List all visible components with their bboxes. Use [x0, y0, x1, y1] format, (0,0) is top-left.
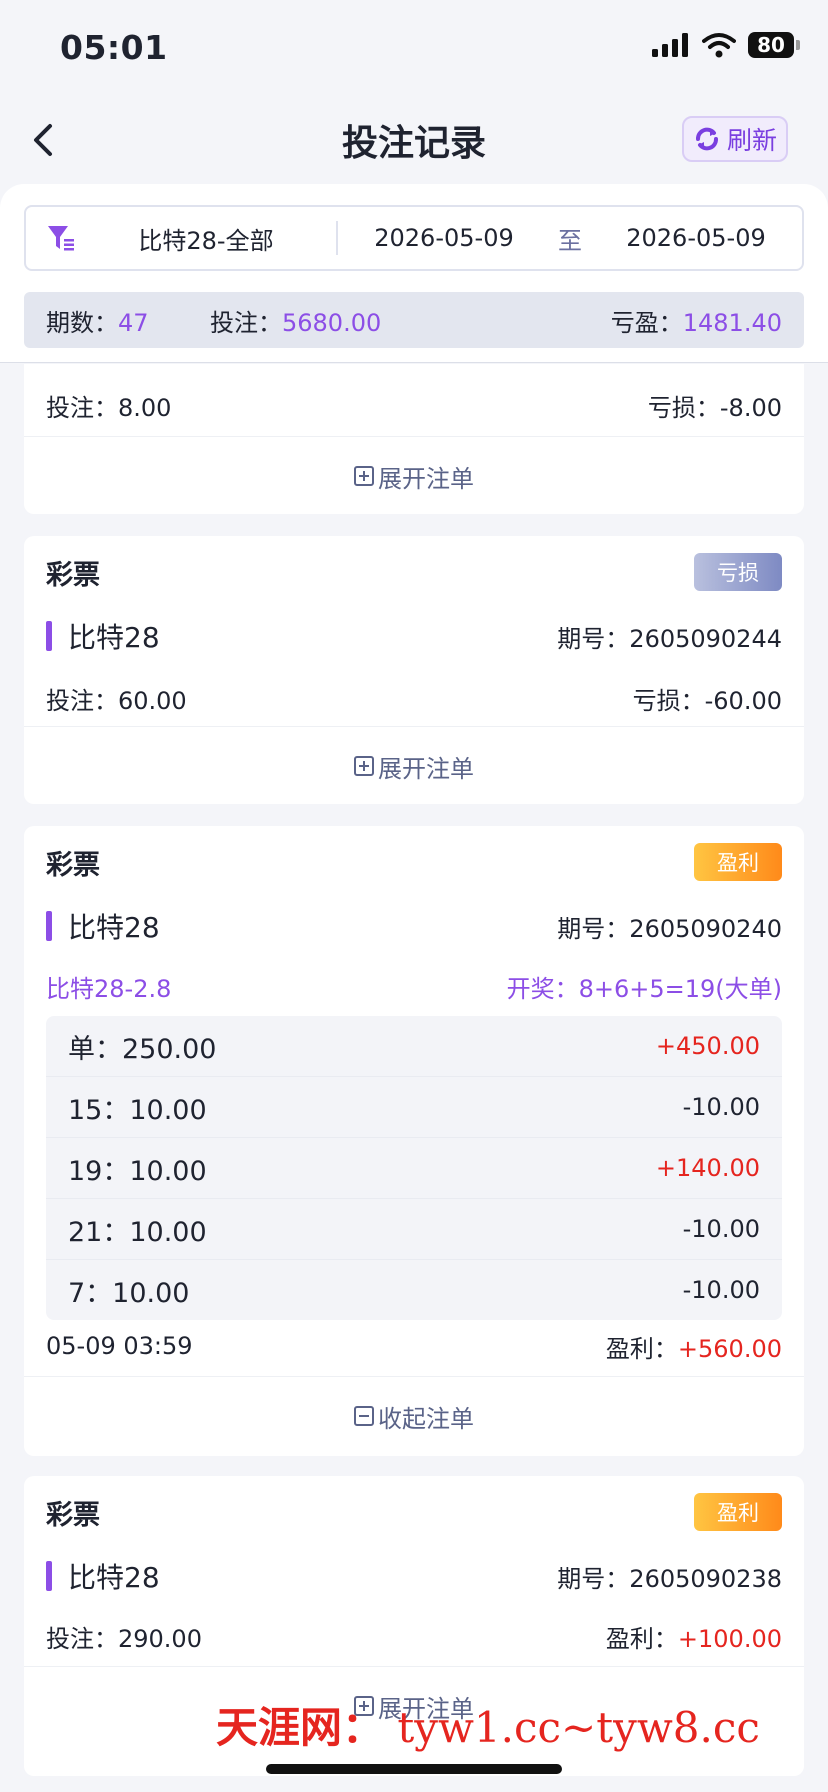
result-amount: 亏损：-8.00	[647, 394, 782, 422]
bet-result: -10.00	[682, 1276, 760, 1304]
end-date-picker[interactable]: 2026-05-09	[590, 224, 802, 252]
play-type: 比特28-2.8	[46, 974, 172, 1003]
game-filter[interactable]: 比特28-全部	[26, 221, 336, 256]
summary-periods: 期数：47	[46, 303, 210, 338]
game-filter-label: 比特28-全部	[138, 226, 274, 255]
toggle-label: 展开注单	[378, 464, 474, 493]
watermark: 天涯网： tyw1.cc~tyw8.cc	[216, 1694, 760, 1755]
bet-item: 15：10.00	[68, 1094, 207, 1126]
bet-detail-row: 19：10.00 +140.00	[46, 1138, 782, 1199]
bet-amount: 投注：60.00	[46, 686, 187, 715]
profit-label: 盈利：	[605, 1334, 678, 1363]
bet-item: 21：10.00	[68, 1216, 207, 1248]
bet-detail-row: 单：250.00 +450.00	[46, 1016, 782, 1077]
summary-bar: 期数：47 投注：5680.00 亏盈：1481.40	[24, 292, 804, 348]
profit-value: +560.00	[677, 1334, 782, 1363]
pl-value: 1481.40	[682, 308, 782, 337]
expand-bets-button[interactable]: 展开注单	[24, 726, 804, 804]
bet-time: 05-09 03:59	[46, 1332, 193, 1360]
bet-detail-list: 单：250.00 +450.00 15：10.00 -10.00 19：10.0…	[46, 1016, 782, 1320]
status-time: 05:01	[60, 28, 168, 67]
wifi-icon	[702, 33, 736, 58]
periods-label: 期数：	[46, 308, 118, 337]
bet-detail-row: 21：10.00 -10.00	[46, 1199, 782, 1260]
pl-label: 亏盈：	[610, 308, 683, 337]
draw-result: 开奖：8+6+5=19(大单)	[506, 974, 782, 1003]
plus-square-icon	[354, 466, 374, 486]
bet-result: +450.00	[655, 1032, 760, 1060]
status-badge: 盈利	[694, 843, 782, 881]
signal-icon	[652, 33, 688, 57]
refresh-label: 刷新	[726, 126, 777, 155]
status-icons: 80	[652, 32, 800, 58]
expand-bets-button[interactable]: 展开注单	[24, 436, 804, 514]
battery-icon: 80	[748, 32, 800, 58]
bet-result: -10.00	[682, 1215, 760, 1243]
profit-summary: 盈利：+560.00	[606, 1329, 782, 1364]
result-label: 盈利：	[605, 1624, 678, 1653]
bet-result: -10.00	[682, 1093, 760, 1121]
collapse-bets-button[interactable]: 收起注单	[24, 1376, 804, 1455]
bet-card-3: 彩票 盈利 比特28 期号：2605090240 比特28-2.8 开奖：8+6…	[24, 826, 804, 1456]
bet-detail-row: 15：10.00 -10.00	[46, 1077, 782, 1138]
watermark-url: tyw1.cc~tyw8.cc	[397, 1703, 760, 1752]
minus-square-icon	[354, 1406, 374, 1426]
game-name: 比特28	[46, 616, 160, 656]
period-number: 期号：2605090238	[557, 1564, 782, 1593]
period-number: 期号：2605090240	[557, 914, 782, 943]
filter-bar: 比特28-全部 2026-05-09 至 2026-05-09	[24, 205, 804, 271]
bet-amount: 投注：8.00	[46, 394, 172, 422]
card-title: 彩票	[46, 1499, 100, 1531]
bet-amount: 投注：290.00	[46, 1624, 202, 1653]
bet-card-1: 投注：8.00 亏损：-8.00 展开注单	[24, 364, 804, 514]
card-title: 彩票	[46, 849, 100, 881]
start-date-picker[interactable]: 2026-05-09	[338, 224, 550, 252]
toggle-label: 收起注单	[378, 1404, 474, 1433]
plus-square-icon	[354, 756, 374, 776]
filter-icon	[48, 226, 74, 251]
bet-detail-row: 7：10.00 -10.00	[46, 1260, 782, 1320]
bet-item: 单：250.00	[68, 1033, 217, 1065]
bet-card-2: 彩票 亏损 比特28 期号：2605090244 投注：60.00 亏损：-60…	[24, 536, 804, 804]
refresh-button[interactable]: 刷新	[682, 116, 788, 162]
date-range-separator: 至	[558, 226, 582, 255]
status-badge: 盈利	[694, 1493, 782, 1531]
bet-label: 投注：	[210, 308, 282, 337]
card-title: 彩票	[46, 559, 100, 591]
summary-pl: 亏盈：1481.40	[611, 303, 782, 338]
periods-value: 47	[118, 308, 149, 337]
result-summary: 盈利：+100.00	[606, 1619, 782, 1654]
home-indicator	[266, 1764, 562, 1774]
watermark-cn: 天涯网：	[216, 1703, 385, 1752]
status-badge: 亏损	[694, 553, 782, 591]
toggle-label: 展开注单	[378, 754, 474, 783]
bet-item: 7：10.00	[68, 1277, 190, 1309]
result-value: +100.00	[677, 1624, 782, 1653]
game-name: 比特28	[46, 906, 160, 946]
game-name: 比特28	[46, 1556, 160, 1596]
period-number: 期号：2605090244	[557, 624, 782, 653]
summary-bet: 投注：5680.00	[210, 303, 611, 338]
bet-result: +140.00	[655, 1154, 760, 1182]
bet-item: 19：10.00	[68, 1155, 207, 1187]
refresh-icon	[695, 127, 718, 151]
result-amount: 亏损：-60.00	[632, 686, 782, 715]
bet-value: 5680.00	[282, 308, 382, 337]
